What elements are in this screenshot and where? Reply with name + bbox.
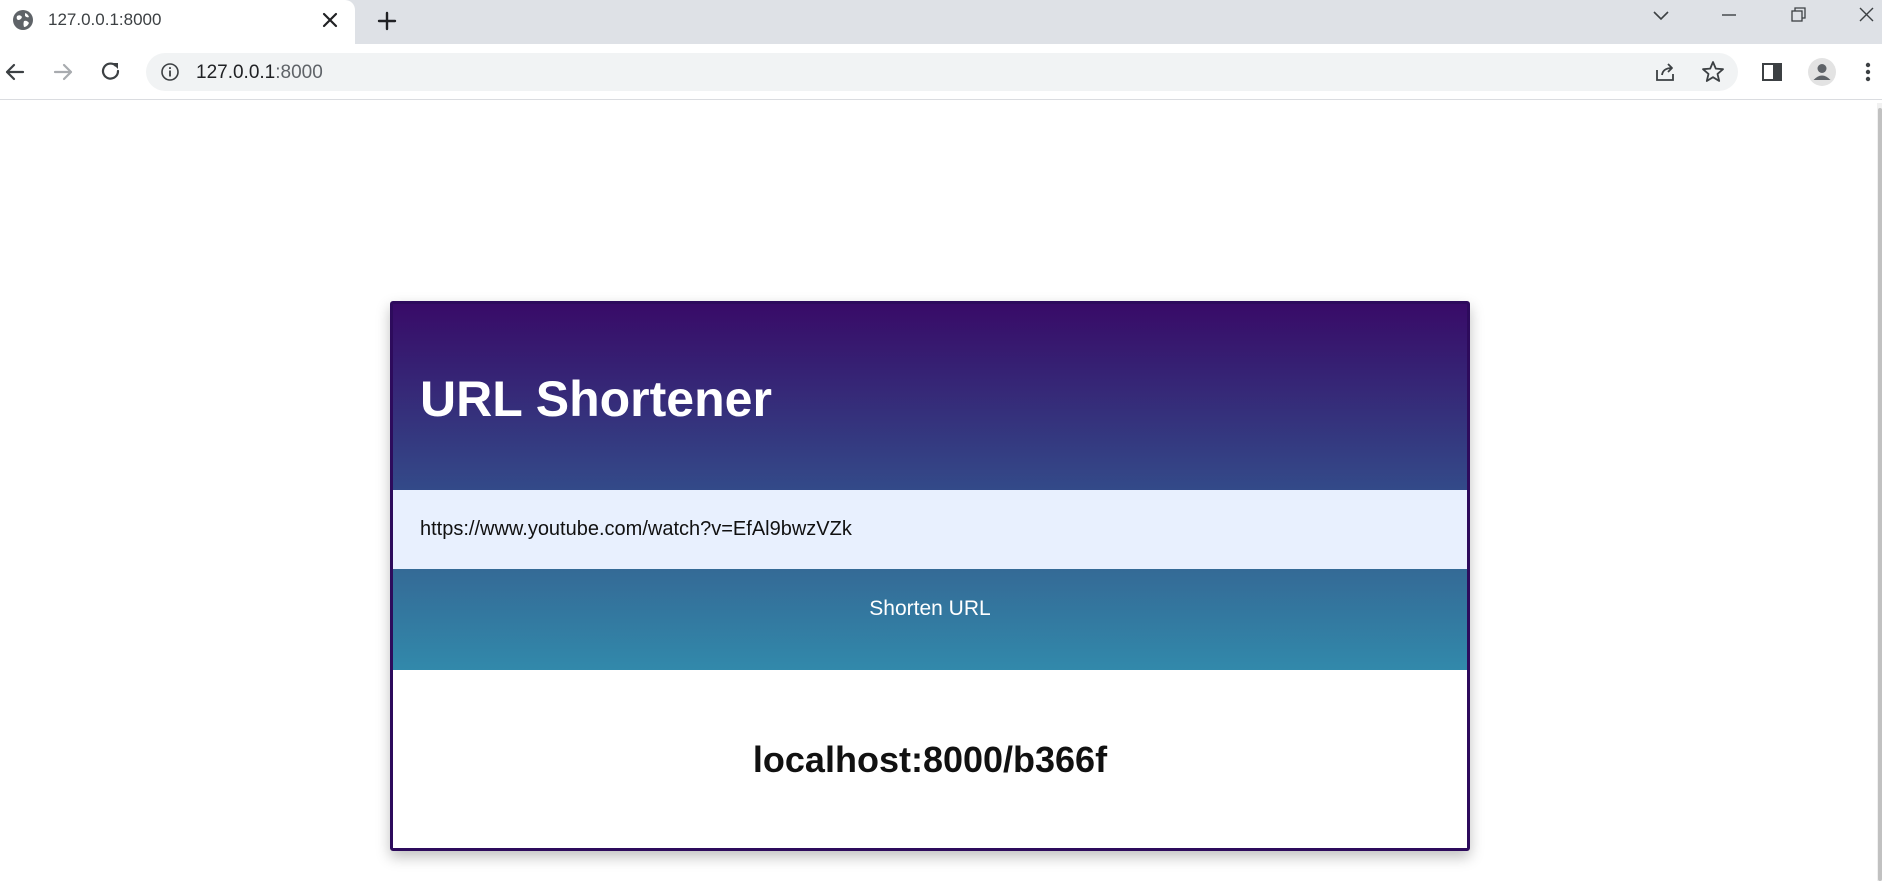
address-url: 127.0.0.1:8000 <box>196 62 323 84</box>
address-host: 127.0.0.1 <box>196 62 276 83</box>
chevron-down-icon[interactable] <box>1646 2 1676 28</box>
info-icon[interactable] <box>160 62 180 82</box>
restore-icon[interactable] <box>1783 2 1813 28</box>
shorten-url-button[interactable]: Shorten URL <box>393 569 1467 670</box>
side-panel-icon[interactable] <box>1758 58 1786 86</box>
page-title: URL Shortener <box>420 371 772 427</box>
short-url-result: localhost:8000/b366f <box>752 739 1108 780</box>
address-port: :8000 <box>275 62 323 83</box>
address-bar[interactable]: 127.0.0.1:8000 <box>146 53 1738 91</box>
close-icon[interactable] <box>1852 2 1882 28</box>
browser-tab[interactable]: 127.0.0.1:8000 <box>0 0 355 44</box>
globe-icon <box>13 10 33 30</box>
plus-icon[interactable] <box>372 6 402 36</box>
browser-toolbar: 127.0.0.1:8000 <box>0 44 1882 100</box>
kebab-menu-icon[interactable] <box>1858 58 1878 86</box>
tab-strip: 127.0.0.1:8000 <box>0 0 1882 44</box>
card-header: URL Shortener <box>393 304 1467 490</box>
forward-arrow-icon[interactable] <box>49 58 77 86</box>
minimize-icon[interactable] <box>1714 2 1744 28</box>
url-input[interactable] <box>393 490 1467 569</box>
profile-icon[interactable] <box>1807 57 1837 87</box>
url-shortener-card: URL Shortener Shorten URL localhost:8000… <box>390 301 1470 851</box>
result-panel: localhost:8000/b366f <box>393 670 1467 848</box>
reload-icon[interactable] <box>97 58 125 86</box>
tab-close-icon[interactable] <box>318 8 342 32</box>
share-icon[interactable] <box>1652 59 1678 85</box>
scrollbar-thumb[interactable] <box>1878 108 1882 881</box>
star-icon[interactable] <box>1700 59 1726 85</box>
back-arrow-icon[interactable] <box>1 58 29 86</box>
tab-title: 127.0.0.1:8000 <box>48 10 162 29</box>
